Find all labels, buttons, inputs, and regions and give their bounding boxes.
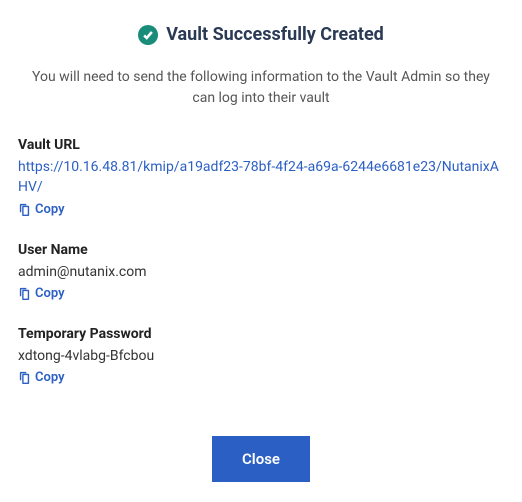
vault-url-block: Vault URL https://10.16.48.81/kmip/a19ad… — [18, 137, 504, 220]
user-name-block: User Name admin@nutanix.com Copy — [18, 242, 504, 304]
dialog-title: Vault Successfully Created — [166, 24, 384, 45]
temp-password-block: Temporary Password xdtong-4vlabg-Bfcbou … — [18, 326, 504, 388]
success-check-icon — [138, 25, 158, 45]
user-name-value: admin@nutanix.com — [18, 262, 504, 282]
copy-label: Copy — [35, 370, 65, 385]
copy-temp-password-button[interactable]: Copy — [18, 370, 65, 385]
temp-password-value: xdtong-4vlabg-Bfcbou — [18, 346, 504, 366]
copy-user-name-button[interactable]: Copy — [18, 286, 65, 301]
close-button[interactable]: Close — [212, 436, 310, 482]
copy-icon — [18, 203, 31, 216]
copy-vault-url-button[interactable]: Copy — [18, 202, 65, 217]
temp-password-label: Temporary Password — [18, 326, 504, 342]
copy-icon — [18, 371, 31, 384]
instructions-text: You will need to send the following info… — [18, 67, 504, 109]
copy-label: Copy — [35, 202, 65, 217]
copy-icon — [18, 287, 31, 300]
dialog-header: Vault Successfully Created — [18, 24, 504, 45]
vault-url-label: Vault URL — [18, 137, 504, 153]
vault-url-value[interactable]: https://10.16.48.81/kmip/a19adf23-78bf-4… — [18, 157, 504, 198]
dialog-footer: Close — [18, 436, 504, 482]
copy-label: Copy — [35, 286, 65, 301]
user-name-label: User Name — [18, 242, 504, 258]
